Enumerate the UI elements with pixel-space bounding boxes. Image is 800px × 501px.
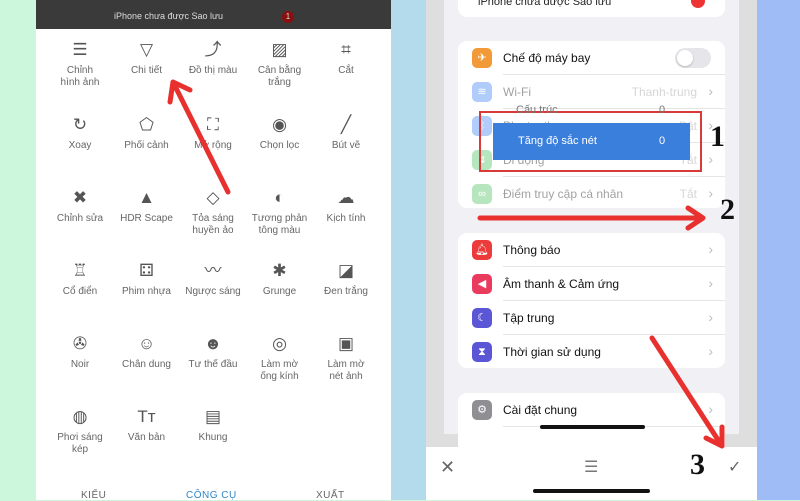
arrow-3 (649, 335, 725, 449)
arrow-2 (477, 205, 706, 231)
arrow-1 (167, 79, 231, 195)
annotation-arrows (167, 79, 725, 449)
step-number-2: 2 (720, 193, 735, 226)
step-number-3: 3 (690, 448, 705, 481)
step-number-1: 1 (710, 120, 725, 153)
